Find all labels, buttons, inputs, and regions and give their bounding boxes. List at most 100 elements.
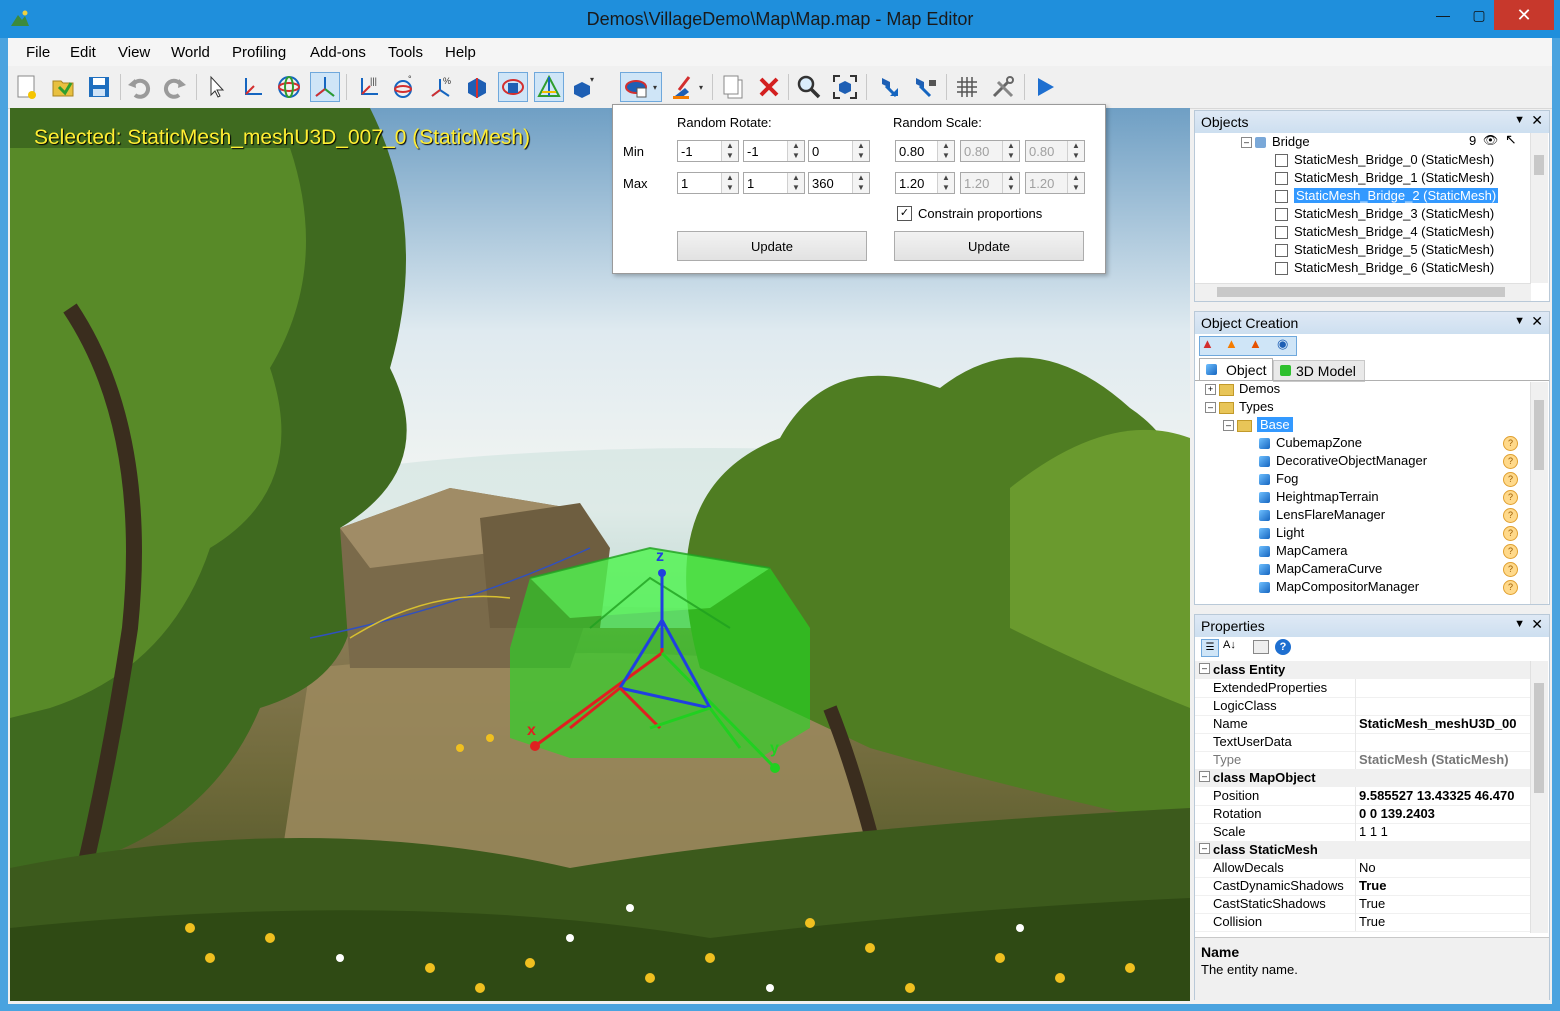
menu-file[interactable]: File [26, 44, 50, 61]
constrain-proportions-checkbox[interactable]: ✓ [897, 206, 912, 221]
object-checkbox[interactable] [1275, 190, 1288, 204]
help-question-icon[interactable]: ? [1503, 580, 1518, 595]
category-mapobject[interactable]: – class MapObject [1195, 769, 1531, 787]
visibility-eye-icon[interactable]: 👁 [1483, 133, 1498, 147]
table-row[interactable]: TextUserData [1195, 733, 1531, 752]
focus-camera-icon[interactable] [830, 72, 860, 102]
objects-vscrollbar[interactable] [1530, 133, 1548, 283]
close-button[interactable]: ✕ [1494, 0, 1554, 30]
grid-icon[interactable] [952, 72, 982, 102]
open-map-icon[interactable] [48, 72, 78, 102]
categorized-icon[interactable]: ☰ [1201, 639, 1219, 657]
new-map-icon[interactable] [12, 72, 42, 102]
move-axis-icon[interactable] [238, 72, 268, 102]
close-panel-icon[interactable]: ✕ [1531, 313, 1543, 330]
delete-object-icon[interactable] [754, 72, 784, 102]
menu-help[interactable]: Help [445, 44, 476, 61]
select-cursor-icon[interactable] [202, 72, 232, 102]
rotate-min-y[interactable]: -1 ▲ ▼ [743, 140, 805, 162]
close-panel-icon[interactable]: ✕ [1531, 616, 1543, 633]
table-row[interactable]: Name StaticMesh_meshU3D_00 [1195, 715, 1531, 734]
find-object-icon[interactable] [794, 72, 824, 102]
random-object-icon[interactable]: ◉ [1277, 336, 1288, 352]
help-question-icon[interactable]: ? [1503, 490, 1518, 505]
table-row[interactable]: CastDynamicShadows True [1195, 877, 1531, 896]
help-question-icon[interactable]: ? [1503, 544, 1518, 559]
rotate-min-x[interactable]: -1 ▲ ▼ [677, 140, 739, 162]
list-item[interactable]: Fog [1259, 470, 1298, 488]
create-object-icon[interactable]: ▲ [1201, 336, 1214, 351]
world-space-icon[interactable] [534, 72, 564, 102]
list-item[interactable]: StaticMesh_Bridge_6 (StaticMesh) [1275, 259, 1494, 277]
table-row[interactable]: Position 9.585527 13.43325 46.470 [1195, 787, 1531, 806]
run-simulation-icon[interactable] [1030, 72, 1060, 102]
list-item[interactable]: StaticMesh_Bridge_5 (StaticMesh) [1275, 241, 1494, 259]
table-row[interactable]: Scale 1 1 1 [1195, 823, 1531, 842]
table-row[interactable]: ExtendedProperties [1195, 679, 1531, 698]
rotate-gizmo-icon[interactable] [274, 72, 304, 102]
save-map-icon[interactable] [84, 72, 114, 102]
help-question-icon[interactable]: ? [1503, 562, 1518, 577]
align-object-icon[interactable] [462, 72, 492, 102]
list-item[interactable]: MapCameraCurve [1259, 560, 1382, 578]
table-row[interactable]: Type StaticMesh (StaticMesh) [1195, 751, 1531, 770]
scale-update-button[interactable]: Update [894, 231, 1084, 261]
tab-object[interactable]: Object [1199, 358, 1273, 381]
lock-drop-icon[interactable] [910, 72, 940, 102]
rotate-max-z[interactable]: 360 ▲ ▼ [808, 172, 870, 194]
help-question-icon[interactable]: ? [1503, 526, 1518, 541]
menu-edit[interactable]: Edit [70, 44, 96, 61]
help-question-icon[interactable]: ? [1503, 436, 1518, 451]
list-item[interactable]: StaticMesh_Bridge_3 (StaticMesh) [1275, 205, 1494, 223]
menu-addons[interactable]: Add-ons [310, 44, 366, 61]
minimize-button[interactable]: — [1424, 0, 1462, 30]
drop-to-ground-icon[interactable] [874, 72, 904, 102]
collapse-icon[interactable]: – [1223, 420, 1234, 432]
maximize-button[interactable]: ▢ [1460, 0, 1498, 30]
local-space-icon[interactable] [498, 72, 528, 102]
snap-rotate-icon[interactable]: ° [390, 72, 420, 102]
list-item[interactable]: StaticMesh_Bridge_1 (StaticMesh) [1275, 169, 1494, 187]
close-panel-icon[interactable]: ✕ [1531, 112, 1543, 129]
menu-tools[interactable]: Tools [388, 44, 423, 61]
scale-min-x[interactable]: 0.80 ▲ ▼ [895, 140, 955, 162]
properties-vscrollbar[interactable] [1530, 661, 1548, 933]
undo-icon[interactable] [124, 72, 154, 102]
snap-move-icon[interactable]: ||| [354, 72, 384, 102]
creation-vscrollbar[interactable] [1530, 382, 1548, 604]
brush-paint-icon[interactable]: ▾ [668, 72, 708, 102]
list-item[interactable]: MapCamera [1259, 542, 1348, 560]
tree-node-demos[interactable]: + Demos [1205, 380, 1280, 398]
erase-object-icon[interactable]: ▲ [1249, 336, 1262, 351]
object-checkbox[interactable] [1275, 172, 1288, 186]
rotate-update-button[interactable]: Update [677, 231, 867, 261]
property-pages-icon[interactable] [1253, 640, 1269, 654]
tree-node-base[interactable]: – Base [1223, 416, 1293, 434]
pin-icon[interactable]: ▼ [1514, 618, 1525, 630]
place-object-icon[interactable]: ▾ [570, 72, 600, 102]
list-item[interactable]: StaticMesh_Bridge_0 (StaticMesh) [1275, 151, 1494, 169]
table-row[interactable]: Rotation 0 0 139.2403 [1195, 805, 1531, 824]
menu-world[interactable]: World [171, 44, 210, 61]
list-item[interactable]: DecorativeObjectManager [1259, 452, 1427, 470]
collapse-icon[interactable]: – [1205, 402, 1216, 414]
snap-scale-icon[interactable]: % [426, 72, 456, 102]
list-item-selected[interactable]: StaticMesh_Bridge_2 (StaticMesh) [1275, 187, 1499, 205]
table-row[interactable]: Collision True [1195, 913, 1531, 932]
list-item[interactable]: StaticMesh_Bridge_4 (StaticMesh) [1275, 223, 1494, 241]
tree-node-types[interactable]: – Types [1205, 398, 1274, 416]
object-checkbox[interactable] [1275, 208, 1288, 222]
objects-hscrollbar[interactable] [1195, 283, 1531, 301]
tab-3d-model[interactable]: 3D Model [1273, 360, 1365, 382]
random-transform-icon[interactable]: ▾ [620, 72, 662, 102]
object-checkbox[interactable] [1275, 154, 1288, 168]
collapse-icon[interactable]: – [1241, 137, 1252, 149]
scale-gizmo-icon[interactable] [310, 72, 340, 102]
list-item[interactable]: Light [1259, 524, 1304, 542]
table-row[interactable]: LogicClass [1195, 697, 1531, 716]
category-entity[interactable]: – class Entity [1195, 661, 1531, 679]
table-row[interactable]: CastStaticShadows True [1195, 895, 1531, 914]
paint-object-icon[interactable]: ▲ [1225, 336, 1238, 351]
list-item[interactable]: HeightmapTerrain [1259, 488, 1379, 506]
rotate-min-z[interactable]: 0 ▲ ▼ [808, 140, 870, 162]
